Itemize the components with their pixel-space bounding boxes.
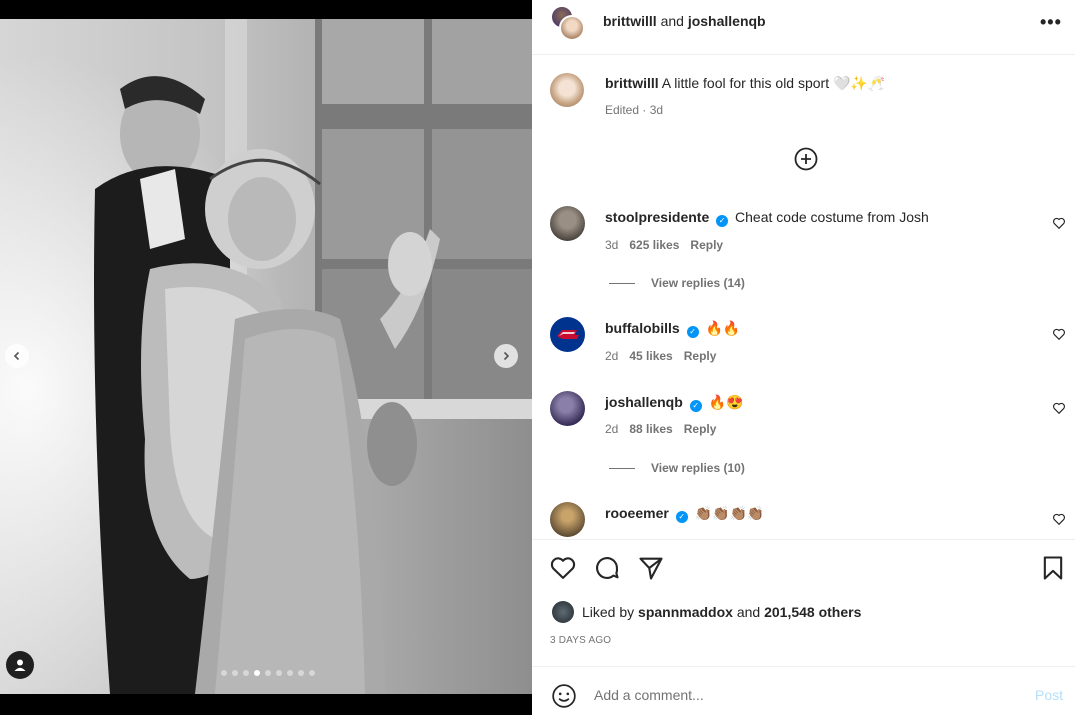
comment-body: 🔥😍 xyxy=(708,394,744,410)
avatar[interactable] xyxy=(550,391,585,426)
comment-meta: 2d 88 likes Reply xyxy=(605,422,716,436)
carousel-dot xyxy=(221,670,227,676)
carousel-dot xyxy=(309,670,315,676)
collab-avatars[interactable] xyxy=(550,5,588,41)
verified-icon: ✓ xyxy=(689,400,702,412)
comment-meta: 3d 625 likes Reply xyxy=(605,238,723,252)
comment-time[interactable]: 2d xyxy=(605,422,618,436)
liked-by-others[interactable]: 201,548 others xyxy=(764,604,861,620)
carousel-next-button[interactable] xyxy=(494,344,518,368)
comment-likes[interactable]: 88 likes xyxy=(629,422,672,436)
comment-text: joshallenqb ✓ 🔥😍 xyxy=(605,394,743,412)
caption-meta: Edited · 3d xyxy=(605,103,663,117)
comment-body: 👏🏽👏🏽👏🏽👏🏽 xyxy=(694,505,765,521)
username-link[interactable]: brittwilll xyxy=(603,13,657,29)
comments-section[interactable]: brittwilll A little fool for this old sp… xyxy=(532,56,1075,539)
comment-likes[interactable]: 625 likes xyxy=(629,238,679,252)
avatar[interactable] xyxy=(552,601,574,623)
verified-icon: ✓ xyxy=(716,215,729,227)
add-comment-bar: Post xyxy=(532,668,1075,715)
comment-text: buffalobills ✓ 🔥🔥 xyxy=(605,320,740,338)
carousel-dot xyxy=(243,670,249,676)
comment-body: 🔥🔥 xyxy=(705,320,741,336)
carousel-dot xyxy=(232,670,238,676)
heart-icon[interactable] xyxy=(1052,327,1066,341)
edited-label: Edited xyxy=(605,103,640,117)
bills-logo-icon xyxy=(557,330,579,339)
verified-icon: ✓ xyxy=(675,511,688,523)
post-timestamp[interactable]: 3 DAYS AGO xyxy=(550,635,611,646)
avatar[interactable] xyxy=(550,502,585,537)
comment-username[interactable]: buffalobills xyxy=(605,320,680,336)
reply-button[interactable]: Reply xyxy=(684,422,717,436)
photo-illustration xyxy=(0,19,532,694)
avatar[interactable] xyxy=(550,317,585,352)
view-replies-button[interactable]: View replies (14) xyxy=(609,276,745,290)
post-actions: Liked by spannmaddox and 201,548 others … xyxy=(532,539,1075,667)
post-button[interactable]: Post xyxy=(1035,687,1063,703)
heart-icon[interactable] xyxy=(1052,401,1066,415)
avatar[interactable] xyxy=(550,73,584,107)
bookmark-icon[interactable] xyxy=(1039,554,1067,582)
load-more-comments-icon[interactable] xyxy=(794,147,818,171)
liked-by-prefix: Liked by xyxy=(582,604,635,620)
liked-by-user[interactable]: spannmaddox xyxy=(638,604,733,620)
post-details-panel: brittwilll and joshallenqb ••• brittwill… xyxy=(532,0,1075,715)
instagram-post-modal: brittwilll and joshallenqb ••• brittwill… xyxy=(0,0,1075,715)
like-heart-icon[interactable] xyxy=(549,554,577,582)
tagged-users-button[interactable] xyxy=(6,651,34,679)
view-replies-button[interactable]: View replies (10) xyxy=(609,461,745,475)
comment-meta: 2d 45 likes Reply xyxy=(605,349,716,363)
reply-button[interactable]: Reply xyxy=(690,238,723,252)
caption-text: A little fool for this old sport 🤍✨🥂 xyxy=(661,75,886,91)
emoji-icon[interactable] xyxy=(551,683,577,709)
user-icon xyxy=(14,659,26,671)
caption-time[interactable]: 3d xyxy=(650,103,663,117)
media-area xyxy=(0,0,532,715)
collab-usernames: brittwilll and joshallenqb xyxy=(603,13,766,29)
carousel-dot xyxy=(287,670,293,676)
view-replies-label: View replies (14) xyxy=(651,276,745,290)
carousel-dot xyxy=(276,670,282,676)
reply-button[interactable]: Reply xyxy=(684,349,717,363)
share-send-icon[interactable] xyxy=(637,554,665,582)
comment-time[interactable]: 2d xyxy=(605,349,618,363)
carousel-dot xyxy=(265,670,271,676)
comment-body: Cheat code costume from Josh xyxy=(735,209,929,225)
post-photo[interactable] xyxy=(0,19,532,694)
comment-time[interactable]: 3d xyxy=(605,238,618,252)
chevron-left-icon xyxy=(13,351,20,361)
heart-icon[interactable] xyxy=(1052,216,1066,230)
carousel-prev-button[interactable] xyxy=(5,344,29,368)
and-text: and xyxy=(660,13,684,29)
caption: brittwilll A little fool for this old sp… xyxy=(605,75,885,92)
comment-input[interactable] xyxy=(594,684,1014,706)
likes-summary: Liked by spannmaddox and 201,548 others xyxy=(552,601,861,623)
meta-separator: · xyxy=(642,103,647,117)
avatar xyxy=(559,15,585,41)
carousel-dot xyxy=(298,670,304,676)
more-options-icon[interactable]: ••• xyxy=(1040,12,1062,33)
replies-line xyxy=(609,282,635,284)
replies-line xyxy=(609,467,635,469)
comment-text: rooeemer ✓ 👏🏽👏🏽👏🏽👏🏽 xyxy=(605,505,764,523)
comment-username[interactable]: joshallenqb xyxy=(605,394,683,410)
carousel-dots xyxy=(221,670,315,676)
chevron-right-icon xyxy=(503,351,510,361)
post-header: brittwilll and joshallenqb ••• xyxy=(532,0,1075,55)
comment-bubble-icon[interactable] xyxy=(593,554,621,582)
comment-likes[interactable]: 45 likes xyxy=(629,349,672,363)
view-replies-label: View replies (10) xyxy=(651,461,745,475)
comment-text: stoolpresidente ✓ Cheat code costume fro… xyxy=(605,209,929,227)
heart-icon[interactable] xyxy=(1052,512,1066,526)
carousel-dot xyxy=(254,670,260,676)
comment-username[interactable]: rooeemer xyxy=(605,505,669,521)
comment-username[interactable]: stoolpresidente xyxy=(605,209,709,225)
avatar[interactable] xyxy=(550,206,585,241)
caption-username[interactable]: brittwilll xyxy=(605,75,659,91)
liked-by-and: and xyxy=(736,604,761,620)
username-link[interactable]: joshallenqb xyxy=(688,13,766,29)
verified-icon: ✓ xyxy=(686,326,699,338)
